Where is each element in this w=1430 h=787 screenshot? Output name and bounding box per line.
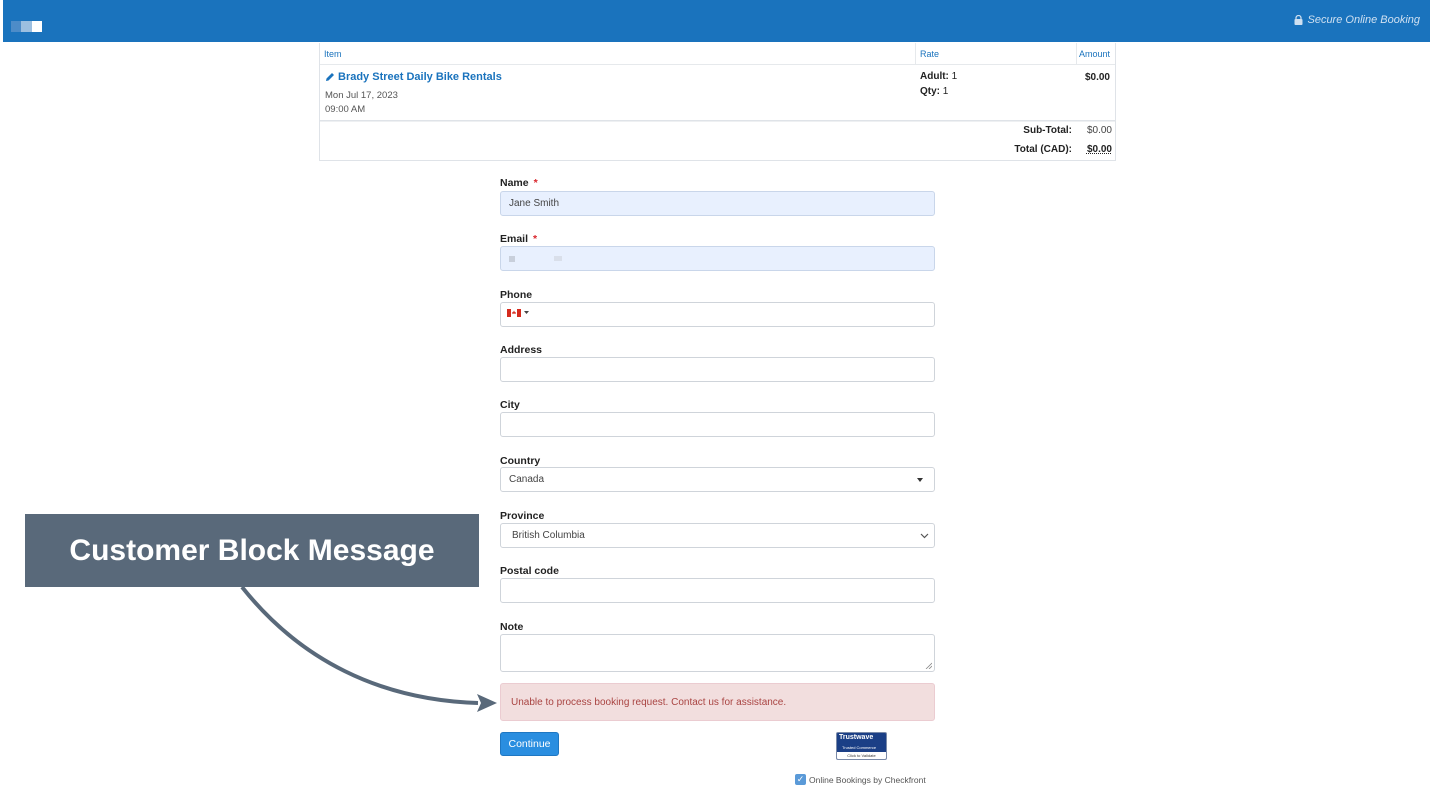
brand-logo[interactable]	[11, 21, 42, 32]
resize-handle-icon[interactable]	[925, 662, 932, 669]
redacted-email	[509, 256, 515, 262]
chevron-down-icon[interactable]	[524, 311, 529, 315]
checkfront-check-icon: ✓	[795, 774, 806, 785]
item-time: 09:00 AM	[325, 104, 366, 115]
top-bar: Secure Online Booking	[3, 0, 1430, 42]
customer-block-alert: Unable to process booking request. Conta…	[500, 683, 935, 721]
alert-message: Unable to process booking request. Conta…	[511, 697, 787, 708]
trustwave-brand: Trustwave	[839, 734, 874, 741]
name-label: Name *	[500, 177, 538, 189]
item-title-text[interactable]: Brady Street Daily Bike Rentals	[338, 71, 502, 83]
cart-header: Item Rate Amount	[320, 43, 1115, 65]
country-select-value[interactable]: Canada	[509, 474, 544, 485]
rate-qty-label: Qty:	[920, 86, 940, 97]
name-label-text: Name	[500, 177, 529, 189]
phone-label: Phone	[500, 289, 533, 301]
rate-qty: Qty: 1	[920, 86, 948, 97]
item-title-link[interactable]: Brady Street Daily Bike Rentals	[325, 71, 502, 83]
total-value: $0.00	[1086, 144, 1112, 155]
country-label: Country	[500, 455, 541, 467]
lock-icon	[1294, 15, 1303, 25]
pencil-icon[interactable]	[325, 72, 335, 82]
chevron-down-icon[interactable]	[920, 529, 929, 543]
continue-button[interactable]: Continue	[500, 732, 559, 756]
total-label: Total (CAD):	[1014, 144, 1072, 155]
note-textarea[interactable]	[500, 634, 935, 672]
secure-booking-label: Secure Online Booking	[1294, 14, 1420, 26]
cart-summary: Item Rate Amount Brady Street Daily Bike…	[319, 43, 1116, 161]
trustwave-line3: Click to Validate	[837, 752, 886, 759]
rate-adult-value: 1	[951, 71, 958, 82]
secure-label-text: Secure Online Booking	[1307, 14, 1420, 26]
subtotal-label: Sub-Total:	[1023, 125, 1072, 136]
postal-code-label: Postal code	[500, 565, 559, 577]
email-label-text: Email	[500, 233, 529, 245]
redacted-email	[554, 256, 562, 261]
column-item: Item	[324, 49, 342, 59]
canada-flag-icon[interactable]	[507, 309, 521, 317]
province-select-value[interactable]: British Columbia	[512, 530, 585, 541]
country-select[interactable]: Canada	[500, 467, 935, 492]
phone-field[interactable]	[500, 302, 935, 327]
province-label: Province	[500, 510, 545, 522]
name-field[interactable]: Jane Smith	[500, 191, 935, 216]
address-field[interactable]	[500, 357, 935, 382]
province-select[interactable]: British Columbia	[500, 523, 935, 548]
annotation-callout: Customer Block Message	[25, 514, 479, 587]
required-mark: *	[533, 233, 538, 245]
column-rate: Rate	[920, 49, 940, 59]
name-field-value[interactable]: Jane Smith	[509, 198, 559, 209]
note-label: Note	[500, 621, 524, 633]
address-label: Address	[500, 344, 543, 356]
country-code-selector[interactable]	[507, 309, 529, 317]
column-amount: Amount	[1078, 49, 1110, 59]
city-field[interactable]	[500, 412, 935, 437]
city-label: City	[500, 399, 520, 411]
cart-divider	[320, 120, 1115, 122]
email-field[interactable]	[500, 246, 935, 271]
powered-by-text[interactable]: Online Bookings by Checkfront	[809, 775, 926, 785]
powered-by[interactable]: ✓ Online Bookings by Checkfront	[795, 774, 926, 785]
trustwave-badge[interactable]: Trustwave Trusted Commerce Click to Vali…	[836, 732, 887, 760]
caret-down-icon[interactable]	[917, 478, 923, 482]
email-label: Email *	[500, 233, 537, 245]
rate-qty-value: 1	[942, 86, 949, 97]
postal-code-field[interactable]	[500, 578, 935, 603]
trustwave-line2: Trusted Commerce	[842, 745, 877, 750]
item-amount: $0.00	[1084, 72, 1110, 83]
rate-adult: Adult: 1	[920, 71, 957, 82]
rate-adult-label: Adult:	[920, 71, 949, 82]
item-date: Mon Jul 17, 2023	[325, 90, 398, 101]
subtotal-value: $0.00	[1086, 125, 1112, 136]
required-mark: *	[533, 177, 538, 189]
